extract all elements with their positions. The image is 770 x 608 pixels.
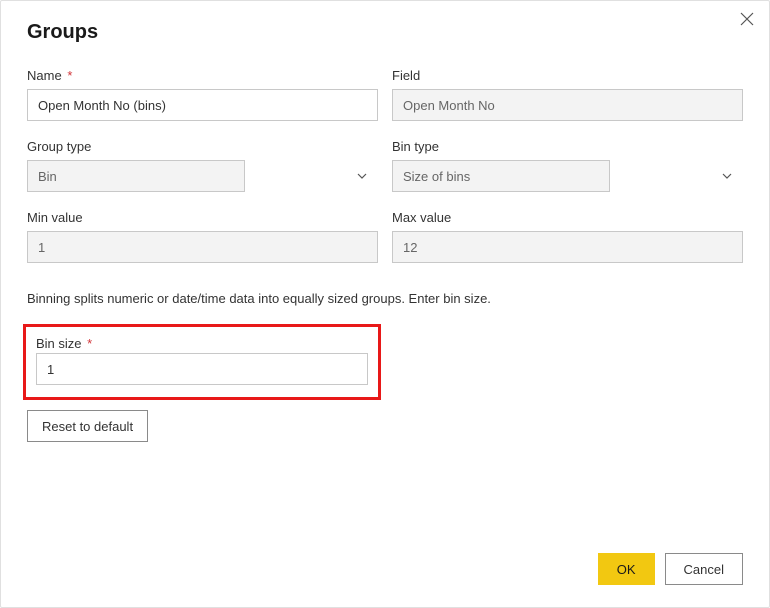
min-value-label: Min value xyxy=(27,210,378,225)
max-value-label: Max value xyxy=(392,210,743,225)
group-type-group: Group type xyxy=(27,139,378,192)
reset-button[interactable]: Reset to default xyxy=(27,410,148,442)
ok-button[interactable]: OK xyxy=(598,553,655,585)
required-marker: * xyxy=(67,68,72,83)
name-label-text: Name xyxy=(27,68,62,83)
chevron-down-icon xyxy=(356,170,368,182)
cancel-button[interactable]: Cancel xyxy=(665,553,743,585)
bin-type-label: Bin type xyxy=(392,139,743,154)
bin-type-value xyxy=(392,160,610,192)
group-type-select[interactable] xyxy=(27,160,378,192)
groups-dialog: Groups Name * Field Group type Bin type xyxy=(0,0,770,608)
chevron-down-icon xyxy=(721,170,733,182)
bin-size-highlight: Bin size * xyxy=(23,324,381,400)
name-label: Name * xyxy=(27,68,378,83)
name-input[interactable] xyxy=(27,89,378,121)
bin-size-input[interactable] xyxy=(36,353,368,385)
close-icon xyxy=(740,12,754,31)
max-value-input xyxy=(392,231,743,263)
bin-size-label: Bin size * xyxy=(36,336,92,351)
close-button[interactable] xyxy=(739,13,755,29)
group-type-label: Group type xyxy=(27,139,378,154)
dialog-footer: OK Cancel xyxy=(598,553,743,585)
dialog-title: Groups xyxy=(27,21,743,44)
max-value-group: Max value xyxy=(392,210,743,263)
group-type-value xyxy=(27,160,245,192)
field-group: Field xyxy=(392,68,743,121)
bin-type-select[interactable] xyxy=(392,160,743,192)
bin-type-group: Bin type xyxy=(392,139,743,192)
min-value-input xyxy=(27,231,378,263)
help-text: Binning splits numeric or date/time data… xyxy=(27,291,743,306)
name-group: Name * xyxy=(27,68,378,121)
required-marker: * xyxy=(87,336,92,351)
min-value-group: Min value xyxy=(27,210,378,263)
field-label: Field xyxy=(392,68,743,83)
bin-size-label-text: Bin size xyxy=(36,336,82,351)
field-input xyxy=(392,89,743,121)
form-grid: Name * Field Group type Bin type xyxy=(27,68,743,263)
